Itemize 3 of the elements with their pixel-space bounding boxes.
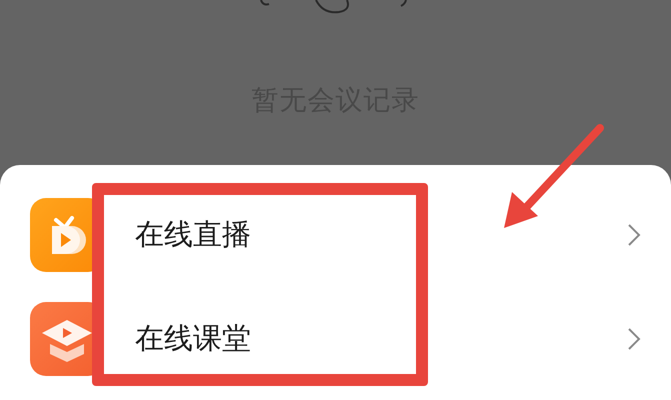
chevron-right-icon [627, 327, 641, 351]
menu-item[interactable]: 在线课堂 [0, 287, 671, 391]
chevron-right-icon [627, 223, 641, 247]
